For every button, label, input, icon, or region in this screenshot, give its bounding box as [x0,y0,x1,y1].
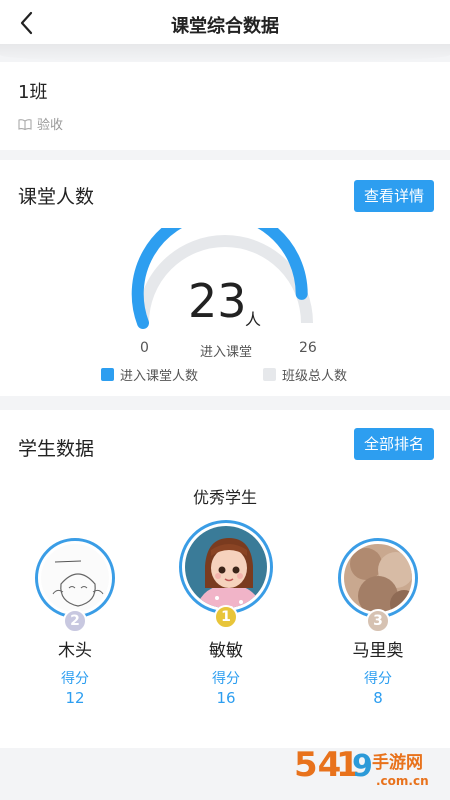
entered-unit: 人 [245,310,262,329]
gauge-max: 26 [299,340,317,356]
student-rank-1[interactable]: 1 敏敏 得分 16 [179,520,273,707]
avatar-sketch [41,544,109,612]
excellent-students-heading: 优秀学生 [192,488,257,507]
full-ranking-button[interactable]: 全部排名 [353,428,434,460]
status-label: 验收 [37,118,64,133]
score-label: 得分 [61,671,89,687]
student-rank-2[interactable]: 2 木头 得分 12 [35,538,115,707]
top-bar: 课堂综合数据 [0,0,450,48]
legend-entered-label: 进入课堂人数 [120,369,199,384]
svg-text:54: 54 [294,745,341,785]
status-row: 验收 [18,114,63,133]
watermark-logo: 54 1 9 手游网 .com.cn [294,745,429,788]
avatar: 2 [35,538,115,633]
avatar-photo [344,544,412,612]
svg-text:.com.cn: .com.cn [376,774,429,788]
student-name: 马里奥 [352,641,404,661]
header-divider [0,44,450,62]
brown-photo-image [344,544,412,612]
svg-text:手游网: 手游网 [372,752,423,773]
rank-badge: 2 [63,609,87,633]
score-label: 得分 [212,671,240,687]
avatar: 1 [179,520,273,629]
student-rank-3[interactable]: 3 马里奥 得分 8 [338,538,418,707]
student-data-title: 学生数据 [18,438,95,460]
student-data-card: 学生数据 全部排名 优秀学生 2 木头 得分 12 1 敏敏 得分 16 3 马… [0,410,450,748]
rank-badge: 1 [214,605,238,629]
class-count-card: 课堂人数 查看详情 23 人 0 进入课堂 26 进入课堂人数 班级总人数 [0,160,450,396]
rank-badge: 3 [366,609,390,633]
score-value: 16 [216,689,236,707]
avatar: 3 [338,538,418,633]
legend-total: 班级总人数 [263,365,347,384]
legend-entered: 进入课堂人数 [101,365,198,384]
gauge-min: 0 [140,340,149,356]
gauge-center-label: 进入课堂 [200,345,253,360]
sketch-drawing [41,544,109,612]
page-title: 课堂综合数据 [171,16,279,37]
legend-total-swatch [263,368,276,381]
avatar-cartoon-girl [185,526,267,608]
student-name: 敏敏 [209,641,243,661]
cartoon-girl-image [185,526,267,608]
score-value: 8 [373,689,383,707]
entered-count: 23 [188,274,247,328]
class-info-card: 1班 验收 [0,62,450,150]
book-icon [18,118,32,130]
svg-text:9: 9 [352,749,373,784]
score-label: 得分 [364,671,392,687]
student-name: 木头 [58,641,92,661]
view-details-button[interactable]: 查看详情 [353,180,434,212]
legend-total-label: 班级总人数 [282,369,348,384]
class-count-title: 课堂人数 [18,186,95,208]
class-name: 1班 [18,82,48,103]
legend-entered-swatch [101,368,114,381]
score-value: 12 [65,689,85,707]
